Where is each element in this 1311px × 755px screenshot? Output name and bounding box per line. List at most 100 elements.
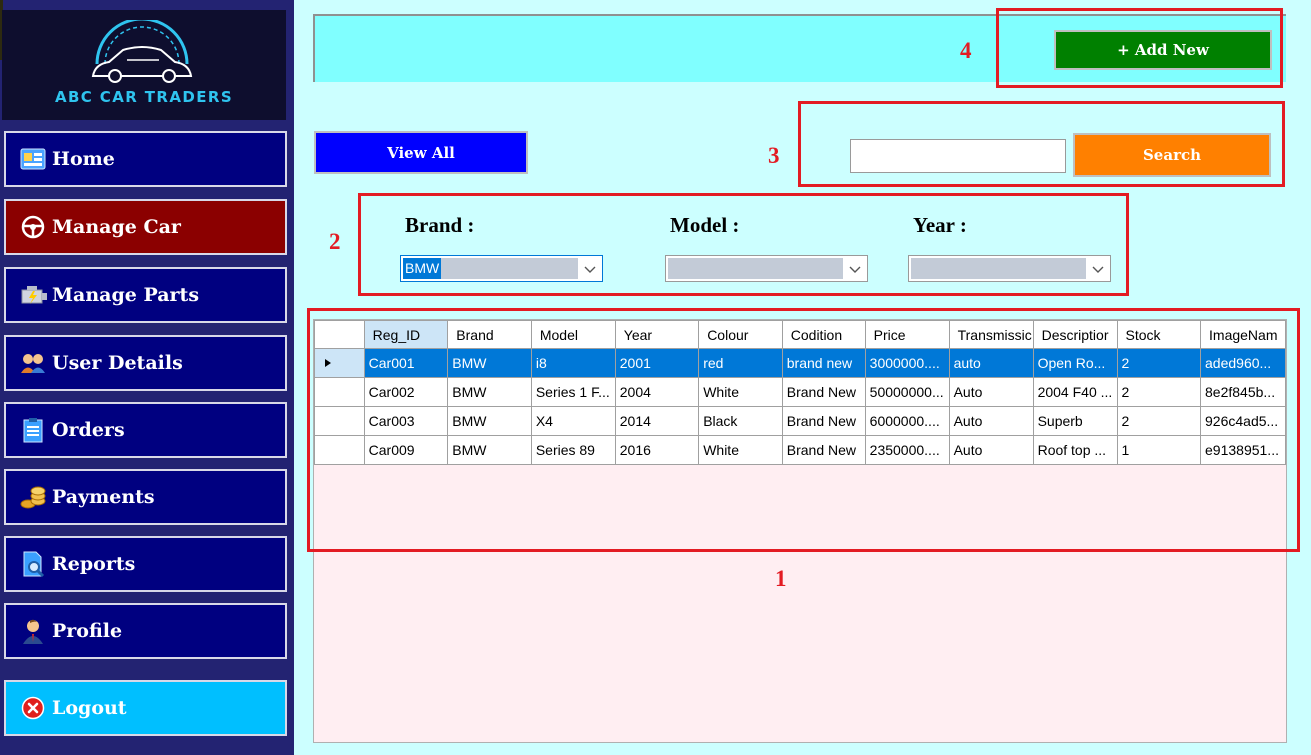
table-cell[interactable]: aded960...: [1200, 348, 1286, 378]
table-cell[interactable]: Auto: [948, 377, 1034, 407]
table-cell[interactable]: Open Ro...: [1032, 348, 1118, 378]
row-header[interactable]: [314, 377, 365, 407]
chevron-down-icon: [849, 266, 861, 273]
table-cell[interactable]: 2: [1116, 377, 1202, 407]
sidebar-item-label: Manage Car: [52, 216, 181, 238]
table-cell[interactable]: red: [698, 348, 783, 378]
column-header[interactable]: Colour: [698, 320, 783, 349]
logout-button[interactable]: Logout: [4, 680, 287, 736]
column-header[interactable]: Stock: [1116, 320, 1202, 349]
column-header[interactable]: Descriptior: [1032, 320, 1118, 349]
column-header[interactable]: Year: [614, 320, 700, 349]
sidebar-item-reports[interactable]: Reports: [4, 536, 287, 592]
table-cell[interactable]: BMW: [447, 435, 532, 465]
sidebar-item-manage-parts[interactable]: Manage Parts: [4, 267, 287, 323]
logo: ABC CAR TRADERS: [2, 10, 286, 120]
table-header-row: Reg_ID Brand Model Year Colour Codition …: [314, 320, 1286, 349]
table-cell[interactable]: 2: [1116, 406, 1202, 436]
table-cell[interactable]: BMW: [447, 406, 532, 436]
table-cell[interactable]: Series 1 F...: [530, 377, 616, 407]
year-select[interactable]: [908, 255, 1111, 282]
logo-text: ABC CAR TRADERS: [54, 88, 234, 106]
column-header[interactable]: Price: [864, 320, 950, 349]
table-cell[interactable]: 2016: [614, 435, 700, 465]
table-cell[interactable]: 926c4ad5...: [1200, 406, 1286, 436]
table-cell[interactable]: White: [698, 377, 783, 407]
row-header-corner: [314, 320, 365, 349]
table-cell[interactable]: BMW: [447, 377, 532, 407]
column-header[interactable]: Brand: [447, 320, 532, 349]
table-cell[interactable]: Car001: [363, 348, 449, 378]
brand-select[interactable]: BMW: [400, 255, 603, 282]
cars-table: Reg_ID Brand Model Year Colour Codition …: [314, 320, 1286, 465]
table-cell[interactable]: brand new: [781, 348, 866, 378]
sidebar-item-label: Home: [52, 148, 115, 170]
table-row[interactable]: Car002 BMW Series 1 F... 2004 White Brand New…: [314, 377, 1286, 407]
table-cell[interactable]: 2004 F40 ...: [1032, 377, 1118, 407]
table-cell[interactable]: 8e2f845b...: [1200, 377, 1286, 407]
column-header[interactable]: Transmissic: [948, 320, 1034, 349]
sidebar-item-profile[interactable]: Profile: [4, 603, 287, 659]
view-all-button[interactable]: View All: [314, 131, 528, 174]
table-cell[interactable]: Series 89: [530, 435, 616, 465]
table-cell[interactable]: 50000000...: [864, 377, 950, 407]
table-cell[interactable]: Black: [698, 406, 783, 436]
table-cell[interactable]: X4: [530, 406, 616, 436]
annotation-label-1: 1: [775, 566, 787, 591]
row-pointer-icon: [325, 359, 331, 367]
table-cell[interactable]: Auto: [948, 406, 1034, 436]
annotation-label-2: 2: [329, 229, 341, 254]
cars-grid[interactable]: Reg_ID Brand Model Year Colour Codition …: [313, 319, 1287, 743]
table-cell[interactable]: e9138951...: [1200, 435, 1286, 465]
row-header[interactable]: [314, 406, 365, 436]
year-label: Year :: [913, 213, 967, 237]
add-new-button[interactable]: + Add New: [1054, 30, 1272, 70]
table-cell[interactable]: 2014: [614, 406, 700, 436]
table-cell[interactable]: 2001: [614, 348, 700, 378]
table-row[interactable]: Car001 BMW i8 2001 red brand new 3000000.... au…: [314, 348, 1286, 378]
table-row[interactable]: Car009 BMW Series 89 2016 White Brand New 2350…: [314, 435, 1286, 465]
brand-select-value: BMW: [403, 258, 442, 279]
search-input[interactable]: [850, 139, 1066, 173]
users-icon: [18, 348, 48, 378]
row-header[interactable]: [314, 348, 365, 378]
model-select[interactable]: [665, 255, 868, 282]
dashboard-icon: [18, 144, 48, 174]
table-cell[interactable]: Car009: [363, 435, 449, 465]
table-cell[interactable]: Brand New: [781, 406, 866, 436]
table-cell[interactable]: Auto: [948, 435, 1034, 465]
table-cell[interactable]: Car003: [363, 406, 449, 436]
sidebar-item-orders[interactable]: Orders: [4, 402, 287, 458]
clipboard-icon: [18, 415, 48, 445]
table-cell[interactable]: 6000000....: [864, 406, 950, 436]
table-cell[interactable]: Superb: [1032, 406, 1118, 436]
table-cell[interactable]: 2: [1116, 348, 1202, 378]
sidebar-item-home[interactable]: Home: [4, 131, 287, 187]
table-cell[interactable]: i8: [530, 348, 616, 378]
sidebar-item-payments[interactable]: Payments: [4, 469, 287, 525]
table-row[interactable]: Car003 BMW X4 2014 Black Brand New 6000000....…: [314, 406, 1286, 436]
table-cell[interactable]: 2004: [614, 377, 700, 407]
table-cell[interactable]: Brand New: [781, 377, 866, 407]
sidebar-item-user-details[interactable]: User Details: [4, 335, 287, 391]
column-header[interactable]: ImageNam: [1200, 320, 1286, 349]
search-button[interactable]: Search: [1073, 133, 1271, 177]
chevron-down-icon: [1092, 266, 1104, 273]
row-header[interactable]: [314, 435, 365, 465]
column-header[interactable]: Reg_ID: [363, 320, 449, 349]
table-cell[interactable]: White: [698, 435, 783, 465]
table-cell[interactable]: auto: [948, 348, 1034, 378]
table-cell[interactable]: Car002: [363, 377, 449, 407]
sidebar-item-manage-car[interactable]: Manage Car: [4, 199, 287, 255]
model-select-value: [668, 258, 672, 279]
table-cell[interactable]: 2350000....: [864, 435, 950, 465]
table-cell[interactable]: 1: [1116, 435, 1202, 465]
column-header[interactable]: Codition: [781, 320, 866, 349]
table-cell[interactable]: 3000000....: [864, 348, 950, 378]
table-cell[interactable]: Roof top ...: [1032, 435, 1118, 465]
logout-label: Logout: [52, 697, 127, 719]
column-header[interactable]: Model: [530, 320, 616, 349]
sidebar: ABC CAR TRADERS Home Manage Car Manage P…: [0, 0, 294, 755]
table-cell[interactable]: Brand New: [781, 435, 866, 465]
table-cell[interactable]: BMW: [447, 348, 532, 378]
